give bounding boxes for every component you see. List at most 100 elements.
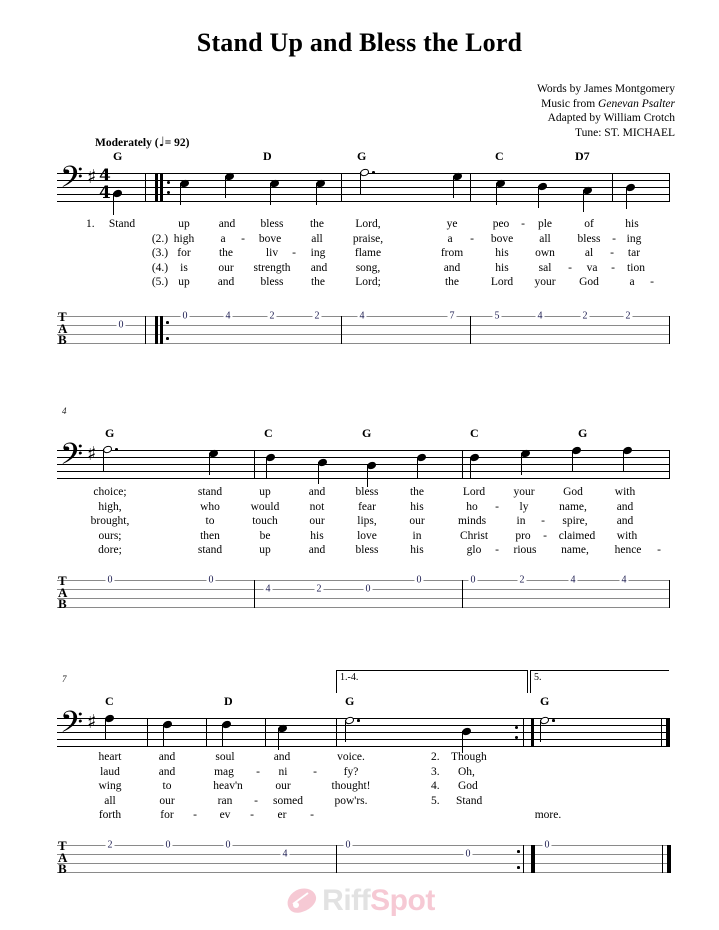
lyric-syllable: voice.: [337, 751, 365, 763]
lyric-syllable: his: [410, 544, 424, 556]
barline: [612, 173, 613, 202]
lyric-syllable: and: [218, 218, 236, 230]
tab-repeat-start-dots: [166, 316, 170, 344]
note: [179, 178, 190, 205]
staff-line: [57, 464, 670, 465]
lyric-syllable: love: [357, 529, 377, 542]
lyric-syllable: choice;: [93, 486, 127, 498]
lyric-syllable: with: [616, 529, 638, 542]
tab-barline: [470, 316, 471, 344]
note-stem: [345, 720, 347, 742]
lyric-syllable: bless: [355, 486, 379, 498]
time-signature-denominator: 4: [99, 183, 111, 203]
note-stem: [266, 457, 268, 479]
lyric-syllable: flame: [354, 247, 382, 259]
lyric-syllable: our: [159, 794, 175, 807]
note: [359, 167, 375, 194]
barline: [661, 718, 662, 747]
tab-line: [57, 334, 670, 335]
note-stem: [470, 457, 472, 479]
key-signature-sharp-icon: ♯: [87, 711, 97, 733]
tab-fret-number: 4: [535, 310, 545, 322]
lyric-syllable: pro: [515, 529, 531, 542]
staff-line: [57, 746, 670, 747]
guitar-pick-icon: [284, 886, 318, 924]
lyric-syllable: -: [250, 809, 254, 821]
lyric-syllable: Stand: [108, 218, 136, 230]
volta-label: 5.: [534, 672, 542, 683]
lyric-syllable: in: [412, 529, 422, 542]
lyric-syllable: hence: [614, 544, 642, 556]
tab-barline: [145, 316, 146, 344]
measure-number: 7: [62, 674, 67, 684]
lyric-syllable: 1.: [86, 218, 95, 230]
credits-block: Words by James Montgomery Music from Gen…: [537, 82, 675, 140]
lyric-syllable: claimed: [558, 529, 596, 542]
lyric-syllable: Lord: [462, 486, 486, 498]
lyric-syllable: (2.): [151, 232, 169, 245]
note: [469, 452, 480, 479]
lyric-syllable: touch: [252, 515, 278, 527]
lyric-syllable: spire,: [562, 515, 588, 527]
lyric-syllable: soul: [215, 751, 235, 763]
lyric-syllable: -: [541, 515, 545, 527]
note: [317, 457, 328, 484]
barline: [669, 450, 670, 479]
lyric-line: brought, to touch our lips, our minds in - spire,…: [0, 515, 719, 530]
chord-symbol: G: [105, 426, 115, 440]
lyric-syllable: own: [535, 247, 555, 259]
lyric-syllable: our: [309, 515, 325, 527]
note-stem: [521, 453, 523, 475]
riffspot-watermark: RiffSpot: [0, 884, 719, 924]
lyric-line: all our ran - somed pow'rs. 5. Stand: [0, 795, 719, 810]
note: [366, 460, 377, 487]
lyric-syllable: up: [259, 486, 271, 498]
tab-barline: [523, 845, 524, 873]
tab-barline: [462, 580, 463, 608]
tab-line: [57, 607, 670, 608]
tablature-staff: TAB 0 0 4 2 0 0 0 2 4 4: [57, 574, 670, 610]
lyric-syllable: the: [218, 247, 234, 259]
barline: [206, 718, 207, 747]
lyric-syllable: who: [200, 500, 220, 513]
note: [269, 178, 280, 205]
lyric-syllable: Oh,: [458, 765, 475, 778]
lyric-syllable: laud: [100, 765, 120, 778]
lyric-syllable: -: [241, 232, 245, 245]
barline: [155, 173, 158, 202]
tab-fret-number: 2: [314, 583, 324, 595]
lyric-syllable: va: [586, 261, 598, 274]
note: [495, 178, 506, 205]
note: [224, 171, 235, 198]
lyric-line: choice; stand up and bless the Lord your God with: [0, 486, 719, 501]
barline: [462, 450, 463, 479]
tab-fret-number: 0: [206, 574, 216, 586]
tab-line: [57, 872, 670, 873]
tempo-word: Moderately: [95, 137, 152, 149]
credit-tune: Tune: ST. MICHAEL: [575, 126, 675, 139]
lyric-syllable: God: [458, 780, 478, 792]
lyric-syllable: high,: [98, 500, 122, 513]
note-stem: [367, 465, 369, 487]
note-stem: [572, 450, 574, 472]
lyric-syllable: wing: [98, 780, 122, 792]
lyric-syllable: -: [310, 809, 314, 821]
lyric-syllable: 5.: [431, 794, 440, 807]
tab-clef-letter: B: [58, 861, 67, 877]
credit-source-italic: Genevan Psalter: [598, 97, 675, 110]
lyric-line: (5.) up and bless the Lord; the Lord your God a -: [0, 276, 719, 291]
volta-bracket: 1.-4.: [336, 670, 528, 693]
lyric-syllable: up: [178, 218, 190, 230]
lyric-syllable: -: [568, 261, 572, 274]
lyric-syllable: fy?: [343, 765, 359, 778]
staff-line: [57, 457, 670, 458]
staff-line: [57, 725, 670, 726]
note-stem: [538, 186, 540, 208]
lyric-syllable: bless: [260, 276, 284, 288]
lyric-line: (2.) high a - bove all praise, a - bove all bless - i…: [0, 233, 719, 248]
lyric-syllable: up: [178, 276, 190, 288]
barline: [336, 718, 337, 747]
tab-barline: [341, 316, 342, 344]
lyric-syllable: rious: [513, 544, 537, 556]
lyric-syllable: ran: [217, 794, 233, 807]
